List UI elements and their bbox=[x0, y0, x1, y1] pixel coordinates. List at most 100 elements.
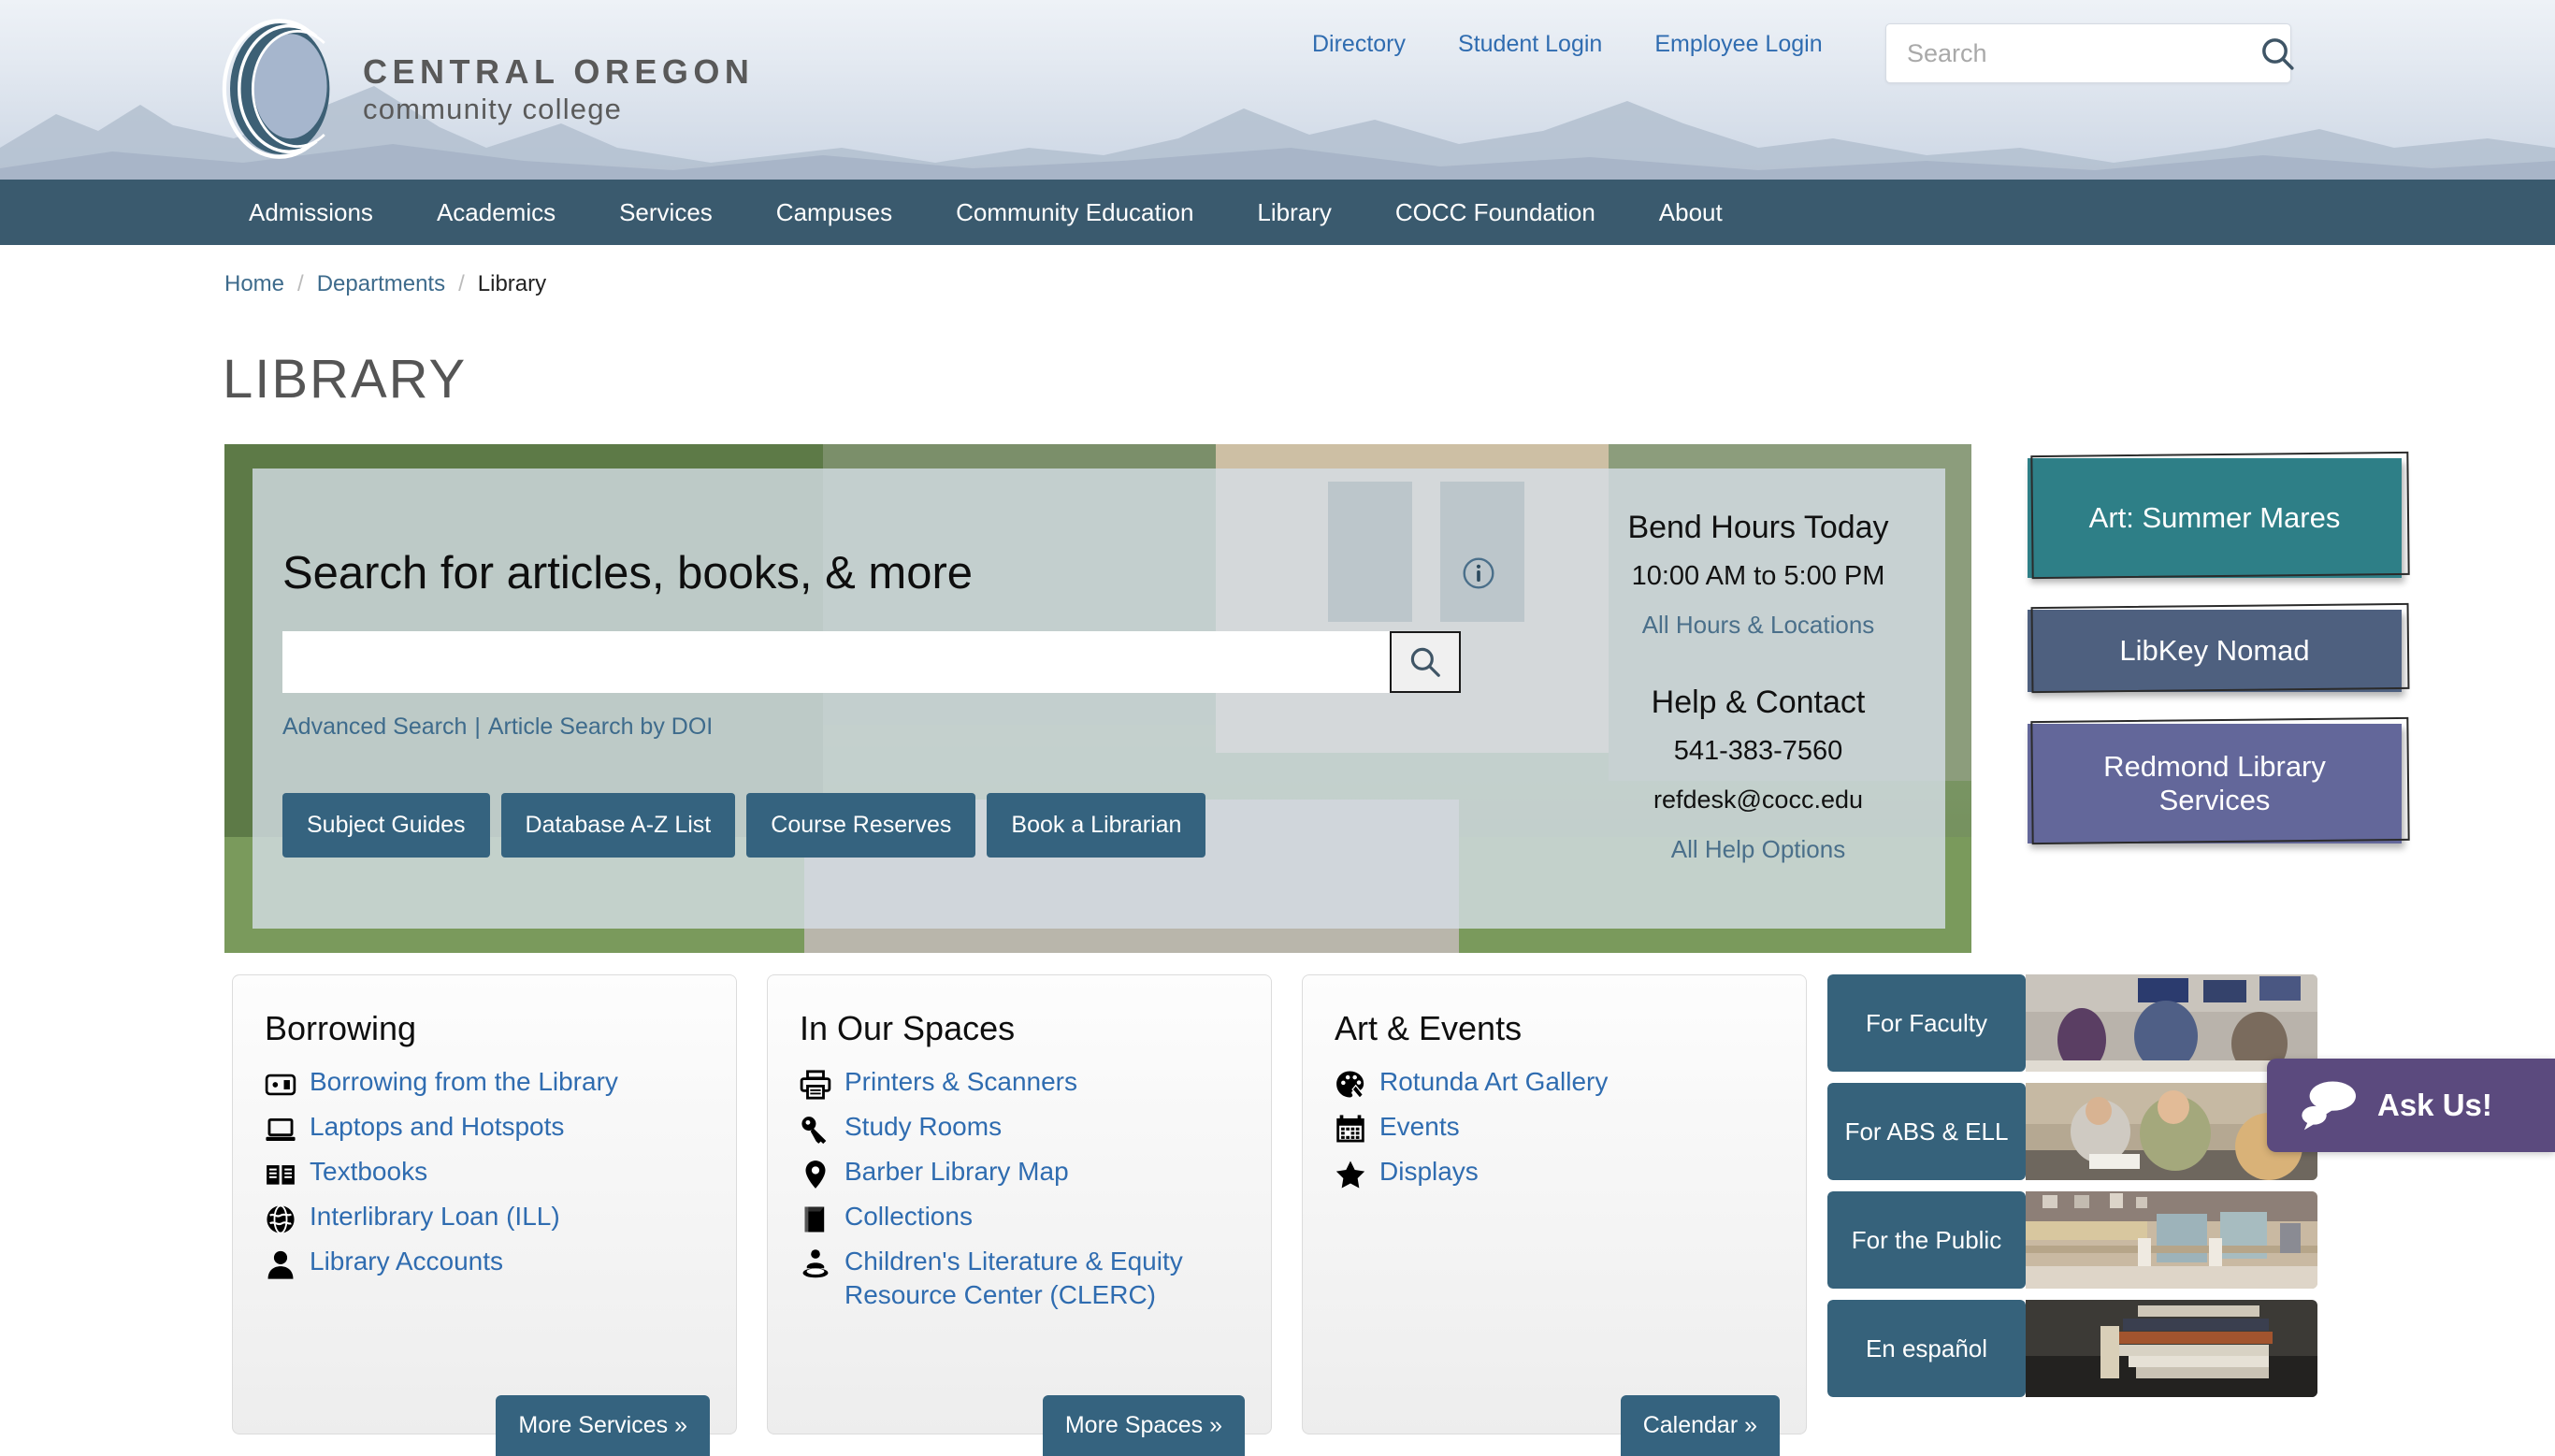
book-a-librarian-button[interactable]: Book a Librarian bbox=[987, 793, 1206, 858]
key-icon bbox=[801, 1117, 827, 1145]
link-barber-library-map[interactable]: Barber Library Map bbox=[844, 1155, 1069, 1189]
site-search[interactable] bbox=[1885, 23, 2294, 83]
list-item[interactable]: Collections bbox=[800, 1200, 1239, 1235]
user-icon bbox=[267, 1250, 294, 1279]
card-art-and-events: Art & Events Rotunda Art Gallery Events … bbox=[1302, 974, 1807, 1456]
utility-links: Directory Student Login Employee Login bbox=[1286, 31, 1849, 58]
info-circle-icon[interactable] bbox=[1462, 556, 1495, 590]
link-events[interactable]: Events bbox=[1379, 1110, 1460, 1144]
link-printers-scanners[interactable]: Printers & Scanners bbox=[844, 1065, 1077, 1099]
feature-cards: Borrowing Borrowing from the Library Lap… bbox=[232, 974, 1807, 1456]
list-item[interactable]: Displays bbox=[1335, 1155, 1774, 1190]
tile-for-abs-and-ell-label: For ABS & ELL bbox=[1827, 1083, 2026, 1180]
more-spaces-button[interactable]: More Spaces » bbox=[1042, 1395, 1245, 1456]
map-pin-icon bbox=[805, 1160, 826, 1189]
globe-icon bbox=[267, 1204, 295, 1234]
calendar-button[interactable]: Calendar » bbox=[1620, 1395, 1780, 1456]
tile-for-faculty[interactable]: For Faculty bbox=[1827, 974, 2317, 1072]
calendar-icon bbox=[1336, 1115, 1364, 1143]
promo-redmond-library-services[interactable]: Redmond Library Services bbox=[2028, 724, 2402, 843]
link-laptops-and-hotspots[interactable]: Laptops and Hotspots bbox=[310, 1110, 564, 1144]
link-library-accounts[interactable]: Library Accounts bbox=[310, 1245, 503, 1278]
database-az-list-button[interactable]: Database A-Z List bbox=[500, 793, 736, 858]
link-interlibrary-loan[interactable]: Interlibrary Loan (ILL) bbox=[310, 1200, 560, 1233]
open-book-icon bbox=[267, 1165, 295, 1185]
list-item[interactable]: Rotunda Art Gallery bbox=[1335, 1065, 1774, 1101]
link-rotunda-art-gallery[interactable]: Rotunda Art Gallery bbox=[1379, 1065, 1608, 1099]
bend-hours-time: 10:00 AM to 5:00 PM bbox=[1631, 561, 1885, 591]
breadcrumb-departments[interactable]: Departments bbox=[317, 271, 445, 297]
search-icon bbox=[1410, 647, 1440, 677]
promo-libkey-nomad[interactable]: LibKey Nomad bbox=[2028, 610, 2402, 692]
link-borrowing-from-library[interactable]: Borrowing from the Library bbox=[310, 1065, 618, 1099]
link-collections[interactable]: Collections bbox=[844, 1200, 973, 1233]
help-phone-number: 541-383-7560 bbox=[1673, 736, 1843, 766]
list-item[interactable]: Textbooks bbox=[265, 1155, 704, 1190]
nav-item-admissions[interactable]: Admissions bbox=[217, 198, 405, 227]
link-displays[interactable]: Displays bbox=[1379, 1155, 1479, 1189]
rotunda-photo bbox=[2026, 1191, 2317, 1289]
logo-line-1: CENTRAL OREGON bbox=[363, 51, 755, 91]
hero-search-button[interactable] bbox=[1390, 631, 1461, 693]
list-item[interactable]: Children's Literature & Equity Resource … bbox=[800, 1245, 1239, 1313]
nav-item-services[interactable]: Services bbox=[587, 198, 744, 227]
breadcrumb-separator-2: / bbox=[458, 271, 465, 296]
list-item[interactable]: Laptops and Hotspots bbox=[265, 1110, 704, 1146]
link-study-rooms[interactable]: Study Rooms bbox=[844, 1110, 1002, 1144]
list-item[interactable]: Library Accounts bbox=[265, 1245, 704, 1280]
sublink-separator: | bbox=[474, 714, 481, 740]
list-item[interactable]: Borrowing from the Library bbox=[265, 1065, 704, 1101]
printer-icon bbox=[800, 1070, 831, 1100]
site-search-input[interactable] bbox=[1886, 38, 2259, 68]
ask-us-chat-button[interactable]: Ask Us! bbox=[2267, 1059, 2555, 1152]
list-item[interactable]: Printers & Scanners bbox=[800, 1065, 1239, 1101]
book-icon bbox=[804, 1206, 825, 1233]
breadcrumb-home[interactable]: Home bbox=[224, 271, 284, 297]
utility-link-directory[interactable]: Directory bbox=[1286, 31, 1432, 58]
bend-hours-title: Bend Hours Today bbox=[1627, 510, 1889, 545]
all-help-options-link[interactable]: All Help Options bbox=[1552, 835, 1964, 864]
card-in-our-spaces-list: Printers & Scanners Study Rooms Barber L… bbox=[800, 1065, 1239, 1313]
advanced-search-link[interactable]: Advanced Search bbox=[282, 714, 467, 740]
doi-search-link[interactable]: Article Search by DOI bbox=[488, 714, 713, 740]
nav-item-community-education[interactable]: Community Education bbox=[924, 198, 1225, 227]
tile-en-espanol[interactable]: En español bbox=[1827, 1300, 2317, 1397]
list-item[interactable]: Study Rooms bbox=[800, 1110, 1239, 1146]
tile-for-abs-and-ell[interactable]: For ABS & ELL bbox=[1827, 1083, 2317, 1180]
link-clerc[interactable]: Children's Literature & Equity Resource … bbox=[844, 1245, 1239, 1313]
hero-quick-buttons: Subject Guides Database A-Z List Course … bbox=[282, 793, 1461, 858]
hero-search-row bbox=[282, 631, 1461, 693]
tile-for-the-public[interactable]: For the Public bbox=[1827, 1191, 2317, 1289]
spanish-books-photo bbox=[2026, 1300, 2317, 1397]
site-logo[interactable]: CENTRAL OREGON community college bbox=[217, 9, 754, 168]
logo-line-2: community college bbox=[363, 92, 623, 125]
help-email-link[interactable]: refdesk@cocc.edu bbox=[1552, 786, 1964, 814]
all-hours-locations-link[interactable]: All Hours & Locations bbox=[1552, 611, 1964, 640]
course-reserves-button[interactable]: Course Reserves bbox=[746, 793, 976, 858]
nav-item-campuses[interactable]: Campuses bbox=[744, 198, 924, 227]
site-search-button[interactable] bbox=[2259, 24, 2296, 82]
nav-item-library[interactable]: Library bbox=[1225, 198, 1363, 227]
breadcrumb: Home / Departments / Library bbox=[0, 245, 2555, 297]
list-item[interactable]: Interlibrary Loan (ILL) bbox=[265, 1200, 704, 1235]
list-item[interactable]: Events bbox=[1335, 1110, 1774, 1146]
promo-art-summer-mares[interactable]: Art: Summer Mares bbox=[2028, 458, 2402, 578]
hero-search-input[interactable] bbox=[282, 631, 1391, 693]
link-textbooks[interactable]: Textbooks bbox=[310, 1155, 427, 1189]
utility-link-employee-login[interactable]: Employee Login bbox=[1628, 31, 1848, 58]
nav-item-cocc-foundation[interactable]: COCC Foundation bbox=[1364, 198, 1627, 227]
card-in-our-spaces: In Our Spaces Printers & Scanners Study … bbox=[767, 974, 1272, 1456]
card-in-our-spaces-title: In Our Spaces bbox=[800, 1009, 1016, 1047]
list-item[interactable]: Barber Library Map bbox=[800, 1155, 1239, 1190]
tile-en-espanol-label: En español bbox=[1827, 1300, 2026, 1397]
search-icon bbox=[2262, 38, 2294, 70]
chat-bubbles-icon bbox=[2302, 1081, 2356, 1131]
nav-item-academics[interactable]: Academics bbox=[405, 198, 587, 227]
classroom-photo bbox=[2026, 974, 2317, 1072]
nav-item-about[interactable]: About bbox=[1627, 198, 1754, 227]
subject-guides-button[interactable]: Subject Guides bbox=[282, 793, 490, 858]
utility-link-student-login[interactable]: Student Login bbox=[1432, 31, 1628, 58]
hero-heading: Search for articles, books, & more bbox=[282, 548, 974, 598]
more-services-button[interactable]: More Services » bbox=[496, 1395, 710, 1456]
card-art-and-events-title: Art & Events bbox=[1335, 1009, 1523, 1047]
